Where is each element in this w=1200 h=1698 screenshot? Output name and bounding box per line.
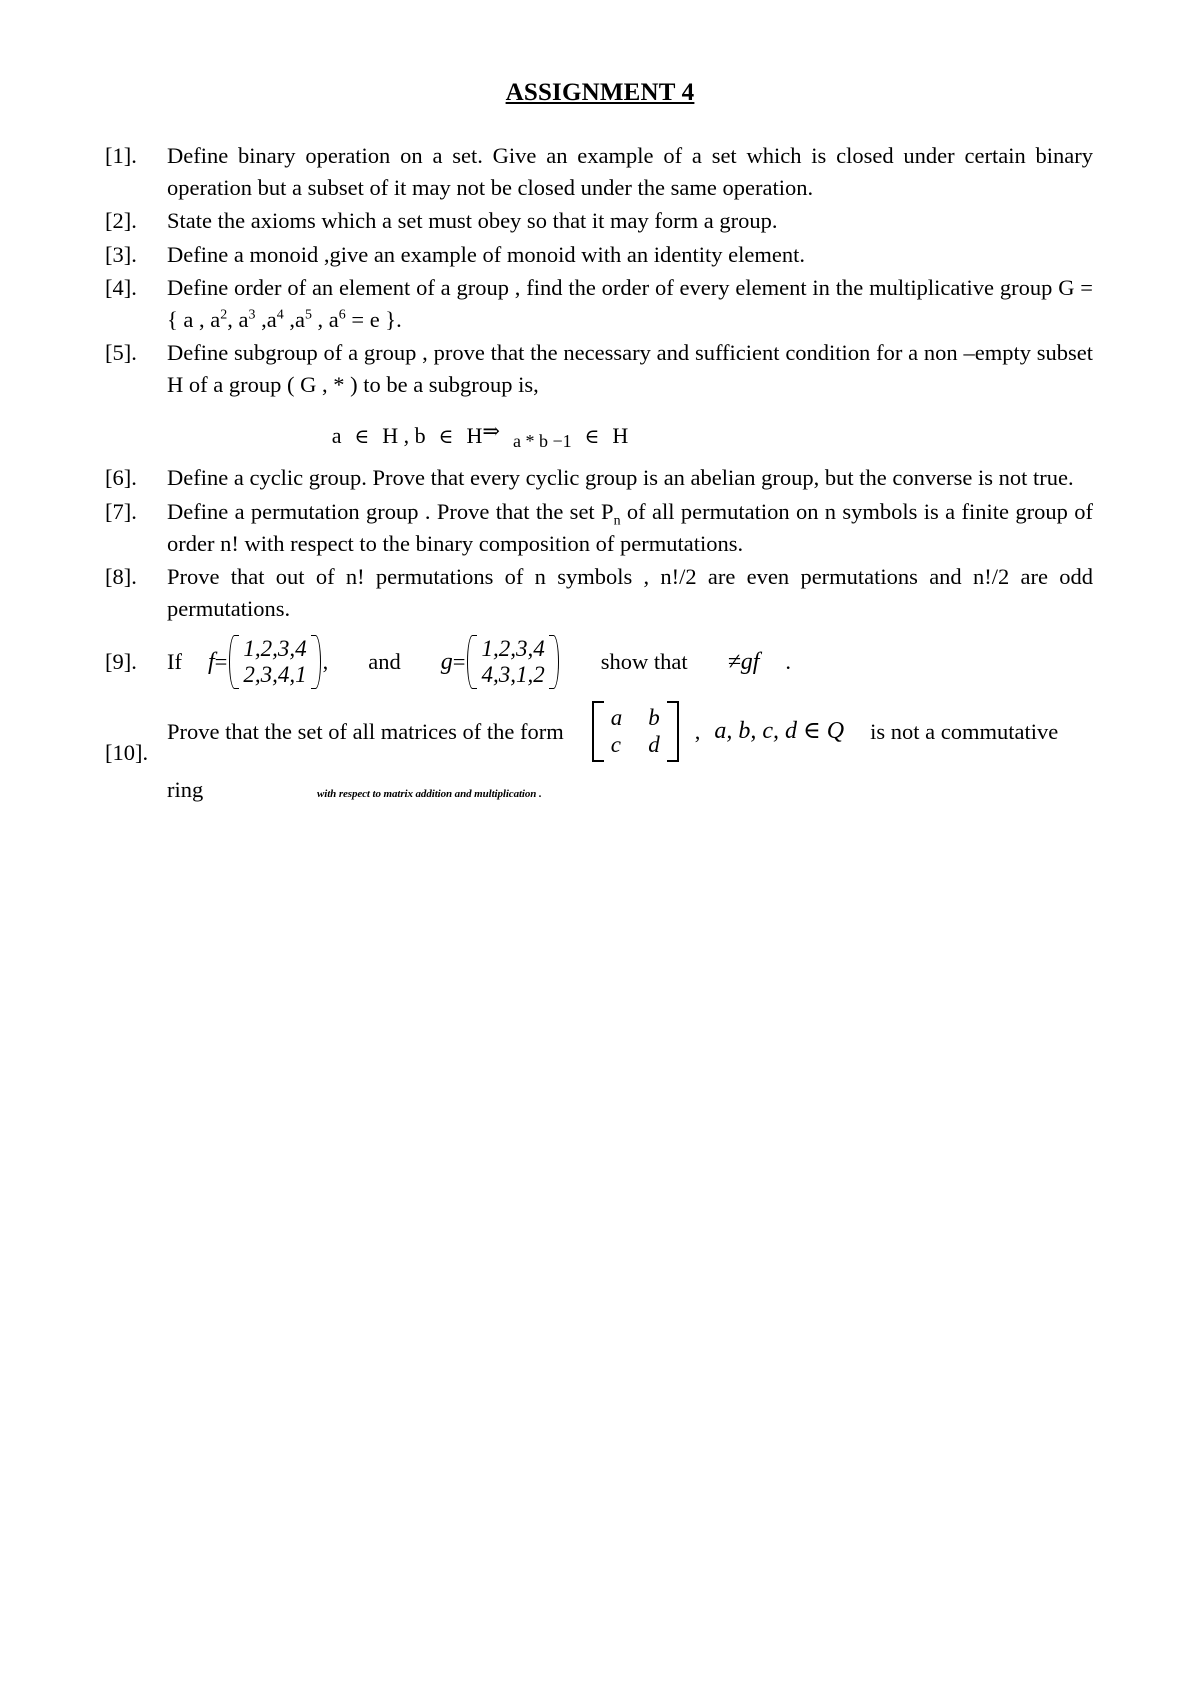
q9-and-label: and [368, 649, 401, 675]
q9-show-label: show that [600, 649, 688, 675]
eq-rhs-expression: a * b −1 [512, 431, 572, 452]
question-item-10: [10]. Prove that the set of all matrices… [105, 700, 1095, 807]
left-bracket-icon [591, 700, 604, 763]
eq-member-symbol-3: ∈ [584, 426, 600, 449]
question-text-4: Define order of an element of a group , … [167, 272, 1095, 336]
q4-exponent-6: 6 [338, 307, 346, 323]
q4-exponent-4: 4 [276, 307, 284, 323]
q9-f-top-row: 1,2,3,4 [243, 636, 307, 662]
q10-matrix-cell-d: d [648, 732, 660, 758]
question-text-1: Define binary operation on a set. Give a… [167, 143, 1093, 201]
question-text-7: Define a permutation group . Prove that … [167, 496, 1095, 560]
question-text-2: State the axioms which a set must obey s… [167, 208, 778, 234]
q7-subscript-n: n [613, 513, 621, 529]
q9-function-g: g [440, 648, 453, 675]
implies-arrow-icon: ⇒ [482, 419, 500, 444]
right-paren-icon [310, 635, 321, 689]
question-item-5: [5]. Define subgroup of a group , prove … [105, 337, 1095, 401]
left-paren-icon [229, 635, 240, 689]
q4-text-part5: , a [311, 306, 339, 332]
eq-element-a: a [331, 423, 342, 449]
q10-matrix-cell-c: c [610, 732, 621, 758]
question-number-1: [1]. [105, 143, 137, 168]
q9-f-bottom-row: 2,3,4,1 [243, 661, 307, 687]
q10-text-part1: Prove that the set of all matrices of th… [167, 718, 564, 744]
q4-text-part4: ,a [283, 306, 305, 332]
eq-set-h-3: H [612, 423, 629, 449]
q9-conclusion: ≠gf [727, 648, 760, 675]
question-text-10: Prove that the set of all matrices of th… [167, 700, 1095, 807]
question-number-6: [6]. [105, 465, 137, 491]
question-item-7: [7]. Define a permutation group . Prove … [105, 496, 1095, 560]
q10-comma: , [694, 718, 701, 744]
q4-text-part3: ,a [255, 306, 277, 332]
question-item-3: [3]. Define a monoid ,give an example of… [105, 239, 1095, 271]
q4-text-part6: = e }. [345, 306, 402, 332]
question-item-8: [8]. Prove that out of n! permutations o… [105, 561, 1095, 625]
q10-condition: a, b, c, d ∈ Q [714, 718, 845, 745]
question-item-9: [9]. If f = 1,2,3,4 2,3,4,1 , and g = 1,… [105, 635, 1095, 689]
question-item-2: [2]. State the axioms which a set must o… [105, 205, 1095, 237]
left-paren-icon [467, 635, 478, 689]
question-number-3: [3]. [105, 241, 137, 267]
question-text-5: Define subgroup of a group , prove that … [167, 340, 1093, 398]
eq-set-h-b: H , b [382, 423, 426, 449]
q9-permutation-matrix-f: 1,2,3,4 2,3,4,1 [227, 635, 322, 689]
right-bracket-icon [666, 700, 679, 763]
q10-matrix: a b c d [590, 700, 681, 763]
q9-if-label: If [167, 649, 182, 675]
question-item-6: [6]. Define a cyclic group. Prove that e… [105, 462, 1095, 494]
question-item-1: [1]. Define binary operation on a set. G… [105, 140, 1095, 204]
eq-set-h-2: H [466, 423, 483, 449]
question-list: [1]. Define binary operation on a set. G… [105, 140, 1095, 806]
q4-text-part1: Define order of an element of a group , … [167, 274, 1093, 332]
question-number-2: [2]. [105, 208, 137, 234]
q9-comma: , [322, 649, 329, 675]
question-text-9: If f = 1,2,3,4 2,3,4,1 , and g = 1,2,3,4… [167, 635, 1095, 689]
q9-g-bottom-row: 4,3,1,2 [481, 661, 545, 687]
question-number-9: [9]. [105, 648, 137, 674]
question-number-8: [8]. [105, 563, 137, 589]
q4-text-part2: , a [227, 306, 249, 332]
q9-g-top-row: 1,2,3,4 [481, 636, 545, 662]
q9-math-expression: If f = 1,2,3,4 2,3,4,1 , and g = 1,2,3,4… [167, 635, 1093, 689]
question-text-6: Define a cyclic group. Prove that every … [167, 465, 1074, 491]
q10-text-part4: ring [167, 777, 204, 803]
right-paren-icon [548, 635, 559, 689]
eq-member-symbol-1: ∈ [354, 426, 370, 449]
q7-text-part1: Define a permutation group . Prove that … [167, 498, 614, 524]
question-number-5: [5]. [105, 340, 137, 366]
page-title: ASSIGNMENT 4 [505, 79, 695, 106]
question-number-7: [7]. [105, 498, 137, 524]
q9-function-f: f [208, 648, 215, 675]
question-text-3: Define a monoid ,give an example of mono… [167, 241, 805, 267]
q9-permutation-matrix-g: 1,2,3,4 4,3,1,2 [465, 635, 560, 689]
q9-period: . [785, 649, 792, 675]
q10-math-expression: Prove that the set of all matrices of th… [167, 700, 1093, 763]
q10-matrix-cell-a: a [610, 704, 623, 730]
question-number-4: [4]. [105, 274, 137, 300]
q10-matrix-cell-b: b [648, 704, 660, 730]
question-item-4: [4]. Define order of an element of a gro… [105, 272, 1095, 336]
subgroup-condition-equation: a ∈ H , b ∈ H⇒ a * b −1 ∈ H [105, 419, 1095, 452]
question-text-8: Prove that out of n! permutations of n s… [167, 563, 1093, 622]
q9-equals-1: = [214, 649, 228, 675]
q10-tail-line: ring with respect to matrix addition and… [167, 774, 1093, 806]
document-page: ASSIGNMENT 4 [1]. Define binary operatio… [0, 0, 1200, 1698]
eq-member-symbol-2: ∈ [438, 426, 454, 449]
q9-equals-2: = [452, 649, 466, 675]
question-number-10: [10]. [105, 740, 149, 766]
q10-footnote: with respect to matrix addition and mult… [317, 788, 542, 801]
q4-exponent-5: 5 [304, 307, 312, 323]
q10-text-part3: is not a commutative [870, 718, 1059, 744]
